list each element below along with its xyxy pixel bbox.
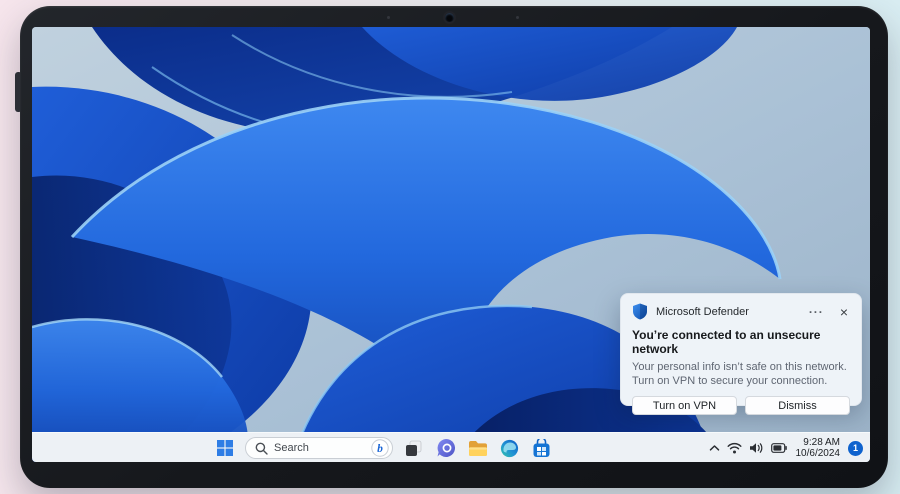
chat-button[interactable] [434,437,457,460]
file-explorer-button[interactable] [466,437,489,460]
task-view-button[interactable] [402,437,425,460]
taskbar: Search b 9:28 AM 10/6/2024 1 [32,432,870,462]
search-placeholder: Search [274,442,309,454]
toast-title: You’re connected to an unsecure network [632,328,821,356]
file-explorer-icon [468,440,487,456]
task-view-icon [406,440,422,456]
system-tray: 9:28 AM 10/6/2024 1 [709,433,863,462]
microsoft-store-button[interactable] [530,437,553,460]
hidden-icons-chevron[interactable] [709,444,720,452]
microphone-dot [387,16,390,19]
notification-count-badge[interactable]: 1 [848,440,863,456]
toast-actions: Turn on VPN Dismiss [632,396,850,415]
front-camera [445,13,454,22]
edge-button[interactable] [498,437,521,460]
toast-header: Microsoft Defender ··· × [632,303,850,320]
tray-time: 9:28 AM [803,437,840,448]
start-button[interactable] [213,437,236,460]
chat-icon [437,438,455,457]
bing-copilot-icon[interactable]: b [371,439,389,457]
windows-logo-icon [216,440,233,456]
search-icon [255,442,268,455]
page-background: Microsoft Defender ··· × You’re connecte… [0,0,900,494]
svg-text:b: b [377,443,383,455]
dismiss-button[interactable]: Dismiss [745,396,850,415]
screen: Microsoft Defender ··· × You’re connecte… [32,27,870,462]
taskbar-app-icons: Search b [213,436,553,460]
defender-notification-toast[interactable]: Microsoft Defender ··· × You’re connecte… [620,293,862,415]
toast-body: Your personal info isn’t safe on this ne… [632,361,847,387]
tablet-device: Microsoft Defender ··· × You’re connecte… [20,6,888,488]
clock[interactable]: 9:28 AM 10/6/2024 [796,437,841,459]
search-input[interactable]: Search b [245,437,393,459]
battery-icon[interactable] [770,443,787,453]
wifi-icon[interactable] [727,442,742,454]
edge-icon [500,439,519,457]
toast-more-options-icon[interactable]: ··· [809,306,824,318]
microsoft-store-icon [533,438,550,457]
microphone-dot [516,16,519,19]
turn-on-vpn-button[interactable]: Turn on VPN [632,396,737,415]
defender-shield-icon [633,303,647,320]
toast-close-icon[interactable]: × [840,305,848,319]
volume-icon[interactable] [749,442,764,454]
tray-date: 10/6/2024 [795,448,841,459]
toast-app-name: Microsoft Defender [656,305,749,318]
